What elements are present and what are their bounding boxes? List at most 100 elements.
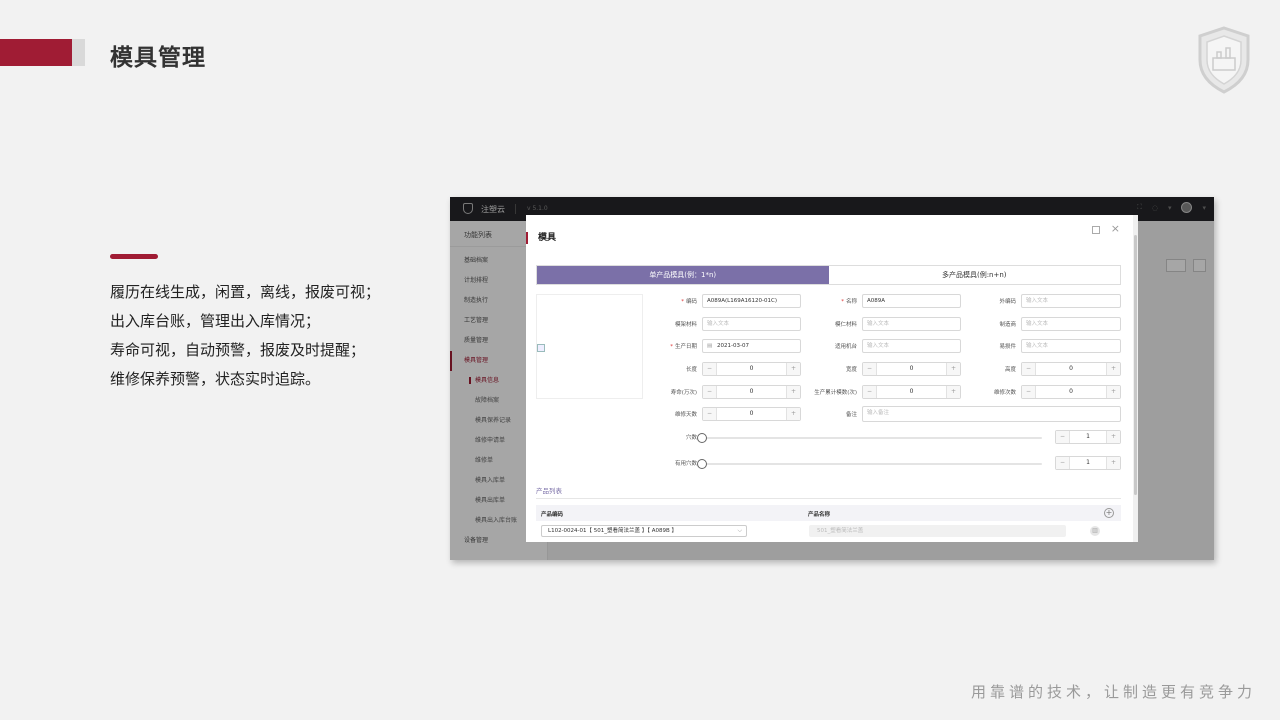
width-value[interactable]: 0 [877,363,946,375]
chevron-down-icon: ⌵ [737,527,742,534]
repair-count-label: 维修次数 [993,390,1016,396]
valid-cavity-label: 有用穴数 [674,461,697,467]
increment-button[interactable]: + [1106,363,1120,375]
name-label-text: 名称 [845,299,857,305]
decrement-button[interactable]: − [863,386,877,398]
decrement-button[interactable]: − [1022,386,1036,398]
increment-button[interactable]: + [1106,457,1120,469]
decrement-button[interactable]: − [1056,431,1070,443]
add-row-icon[interactable]: + [1104,508,1114,518]
tab-product-list[interactable]: 产品列表 [536,485,562,499]
app-screenshot: 注塑云 v 5.1.0 ⛶ ◌ ▾ ▾ 功能列表 基础档案 计划排程 制造执行 … [450,197,1214,560]
mold-type-tabs: 单产品模具(例：1*n) 多产品模具(例:n+n) [536,265,1121,285]
column-product-name: 产品名称 [808,512,831,518]
scrollbar-thumb[interactable] [1134,235,1137,495]
length-stepper[interactable]: −0 + [702,362,801,376]
repair-count-stepper[interactable]: −0 + [1021,385,1121,399]
maximize-icon[interactable] [1092,226,1100,234]
remark-label: 备注 [845,412,857,418]
feature-item: 出入库台账，管理出入库情况； [110,312,321,330]
length-value[interactable]: 0 [717,363,786,375]
product-table-header: 产品编码 产品名称 + [536,505,1121,521]
date-label: * 生产日期 [670,344,697,350]
width-label: 宽度 [845,367,857,373]
height-label: 高度 [1004,367,1016,373]
repair-days-label: 维修天数 [674,412,697,418]
repair-days-value[interactable]: 0 [717,408,786,420]
core-material-field[interactable]: 输入文本 [862,317,961,331]
life-stepper[interactable]: −0 + [702,385,801,399]
decrement-button[interactable]: − [1056,457,1070,469]
product-code-select[interactable]: L102-0024-01【 501_塑看简法兰盖 】【 A089B 】 ⌵ [541,525,747,537]
height-stepper[interactable]: −0 + [1021,362,1121,376]
decrement-button[interactable]: − [1022,363,1036,375]
title-accent-bar [0,39,72,66]
tab-single-product[interactable]: 单产品模具(例：1*n) [537,266,829,284]
cavity-value[interactable]: 1 [1070,431,1106,443]
accessory-field[interactable]: 输入文本 [1021,339,1121,353]
calendar-icon: ▤ [707,343,713,349]
core-material-label: 模仁材料 [834,322,857,328]
title-accent-bar-light [72,39,85,66]
code-label-text: 编码 [685,299,697,305]
life-label: 寿命(万次) [670,390,697,396]
code-field[interactable]: A089A(L169A16120-01C) [702,294,801,308]
slide-title: 模具管理 [110,45,206,71]
decrement-button[interactable]: − [703,408,717,420]
dialog-title: 模具 [526,232,556,244]
ext-code-field[interactable]: 输入文本 [1021,294,1121,308]
cavity-slider-handle[interactable] [697,433,707,443]
mold-image-upload[interactable] [536,294,643,399]
date-label-text: 生产日期 [674,344,697,350]
decrement-button[interactable]: − [703,386,717,398]
divider [536,498,1121,499]
date-value: 2021-03-07 [717,343,749,349]
repair-days-stepper[interactable]: −0 + [702,407,801,421]
name-label: * 名称 [841,299,857,305]
frame-material-label: 模架材料 [674,322,697,328]
section-rule [110,254,158,259]
remark-field[interactable]: 输入备注 [862,406,1121,422]
maker-label: 制造商 [999,322,1016,328]
machine-field[interactable]: 输入文本 [862,339,961,353]
cavity-label: 穴数 [685,435,697,441]
feature-list: 履历在线生成，闲置，离线，报废可视； 出入库台账，管理出入库情况； 寿命可视，自… [110,278,380,394]
feature-item: 维修保养预警，状态实时追踪。 [110,370,321,388]
close-icon[interactable]: × [1111,222,1120,235]
cavity-slider[interactable] [702,437,1042,439]
date-field[interactable]: ▤ 2021-03-07 [702,339,801,353]
product-name-field: 501_塑看简法兰盖 [809,525,1066,537]
tab-multi-product[interactable]: 多产品模具(例:n+n) [829,266,1121,284]
increment-button[interactable]: + [1106,431,1120,443]
total-shots-value[interactable]: 0 [877,386,946,398]
broken-image-icon [537,344,545,352]
delete-icon[interactable]: ▥ [1090,526,1100,536]
accessory-label: 易损件 [999,344,1016,350]
cavity-stepper[interactable]: −1 + [1055,430,1121,444]
valid-cavity-slider[interactable] [702,463,1042,465]
frame-material-field[interactable]: 输入文本 [702,317,801,331]
valid-cavity-slider-handle[interactable] [697,459,707,469]
feature-item: 寿命可视，自动预警，报废及时提醒； [110,341,366,359]
maker-field[interactable]: 输入文本 [1021,317,1121,331]
increment-button[interactable]: + [1106,386,1120,398]
name-field[interactable]: A089A [862,294,961,308]
shield-logo-icon [1198,26,1250,94]
life-value[interactable]: 0 [717,386,786,398]
code-label: * 编码 [681,299,697,305]
repair-count-value[interactable]: 0 [1036,386,1106,398]
height-value[interactable]: 0 [1036,363,1106,375]
product-code-value: L102-0024-01【 501_塑看简法兰盖 】【 A089B 】 [548,528,678,534]
total-shots-stepper[interactable]: −0 + [862,385,961,399]
dialog-scrollbar[interactable] [1133,215,1138,542]
machine-label: 适用机台 [834,344,857,350]
length-label: 长度 [685,367,697,373]
slogan: 用靠谱的技术，让制造更有竞争力 [970,683,1256,701]
feature-item: 履历在线生成，闲置，离线，报废可视； [110,283,381,301]
decrement-button[interactable]: − [703,363,717,375]
valid-cavity-stepper[interactable]: −1 + [1055,456,1121,470]
decrement-button[interactable]: − [863,363,877,375]
valid-cavity-value[interactable]: 1 [1070,457,1106,469]
width-stepper[interactable]: −0 + [862,362,961,376]
ext-code-label: 外编码 [999,299,1016,305]
